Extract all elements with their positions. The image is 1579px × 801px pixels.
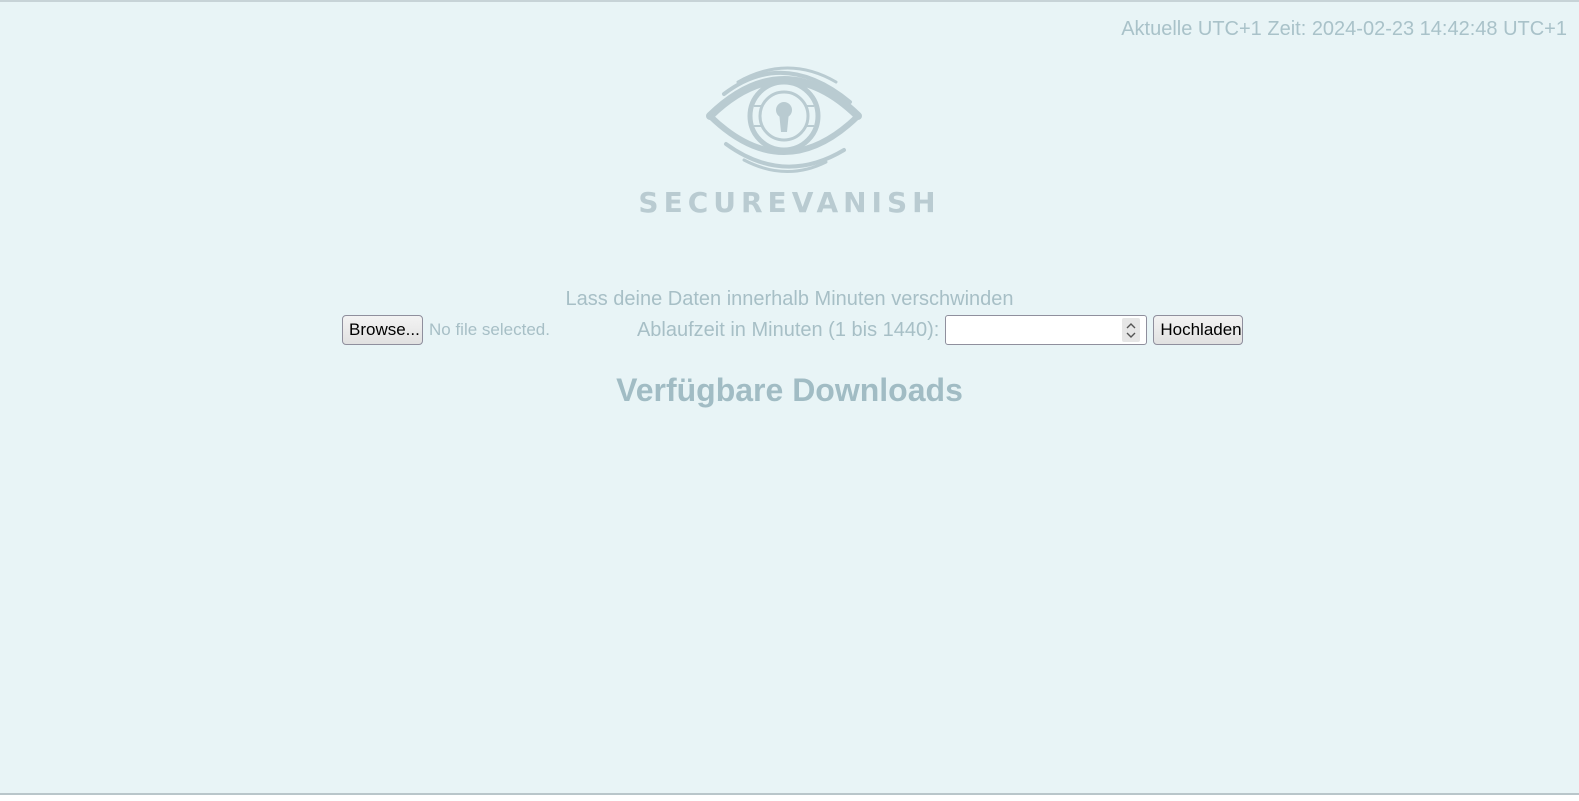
browse-button[interactable]: Browse... bbox=[342, 315, 423, 345]
current-time-display: Aktuelle UTC+1 Zeit: 2024-02-23 14:42:48… bbox=[1121, 18, 1567, 40]
chevron-down-icon[interactable] bbox=[1126, 332, 1136, 339]
logo: SECUREVANISH bbox=[0, 52, 1579, 219]
file-status: No file selected. bbox=[429, 320, 550, 339]
upload-form: Browse... No file selected. Ablaufzeit i… bbox=[342, 315, 1244, 345]
expiry-minutes-input[interactable] bbox=[945, 315, 1148, 345]
logo-text: SECUREVANISH bbox=[638, 186, 941, 219]
chevron-up-icon[interactable] bbox=[1126, 322, 1136, 329]
top-border bbox=[0, 0, 1579, 2]
expiry-minutes-field[interactable] bbox=[950, 317, 1125, 345]
downloads-heading: Verfügbare Downloads bbox=[616, 372, 963, 408]
expiry-label: Ablaufzeit in Minuten (1 bis 1440): bbox=[636, 318, 940, 341]
bottom-strip bbox=[0, 795, 1579, 801]
eye-lock-icon bbox=[705, 66, 862, 173]
upload-button[interactable]: Hochladen bbox=[1153, 315, 1244, 345]
tagline: Lass deine Daten innerhalb Minuten versc… bbox=[565, 288, 1014, 310]
number-spinner[interactable] bbox=[1122, 318, 1141, 342]
